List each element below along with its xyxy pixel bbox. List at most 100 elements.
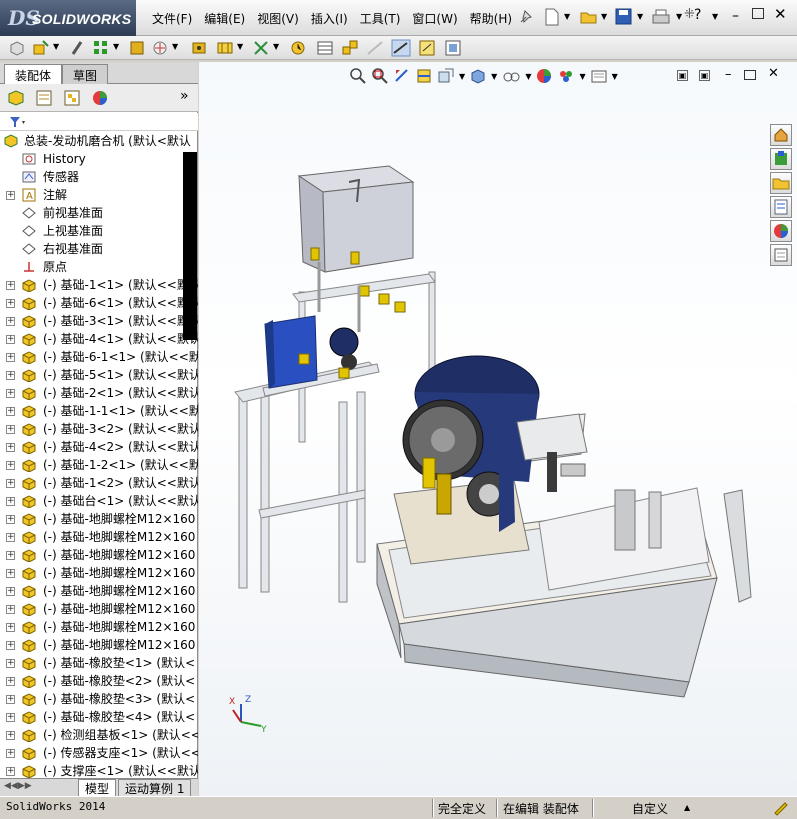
expand-toggle-icon[interactable]: + — [6, 371, 15, 380]
tree-item[interactable]: + (-) 基础台<1> (默认<<默认 — [0, 492, 198, 510]
tree-item[interactable]: + (-) 基础-地脚螺栓M12×160 — [0, 528, 198, 546]
task-pane-home-icon[interactable] — [770, 124, 792, 146]
tree-item[interactable]: + (-) 基础-地脚螺栓M12×160 — [0, 582, 198, 600]
chevron-down-icon[interactable]: ▼ — [676, 12, 682, 21]
expand-toggle-icon[interactable]: + — [6, 713, 15, 722]
expand-toggle-icon[interactable]: + — [6, 695, 15, 704]
expand-toggle-icon[interactable]: + — [6, 281, 15, 290]
clearance-verification-icon[interactable] — [418, 39, 436, 57]
expand-toggle-icon[interactable]: + — [6, 389, 15, 398]
tree-item[interactable]: + (-) 基础-地脚螺栓M12×160 — [0, 546, 198, 564]
interference-detection-icon[interactable] — [391, 39, 411, 57]
expand-toggle-icon[interactable]: + — [6, 587, 15, 596]
tree-scrollbar[interactable] — [183, 152, 197, 340]
tree-item[interactable]: 传感器 — [0, 168, 198, 186]
view-palette-icon[interactable] — [770, 196, 792, 218]
expand-toggle-icon[interactable]: + — [6, 731, 15, 740]
new-document-icon[interactable] — [544, 8, 560, 26]
chevron-down-icon[interactable]: ▼ — [53, 42, 59, 51]
tree-item[interactable]: + (-) 基础-1<1> (默认<<默认 — [0, 276, 198, 294]
expand-toggle-icon[interactable]: + — [6, 425, 15, 434]
tree-item[interactable]: + (-) 基础-2<1> (默认<<默认 — [0, 384, 198, 402]
tab-assembly[interactable]: 装配体 — [4, 64, 63, 84]
chevron-down-icon[interactable]: ▼ — [712, 12, 718, 21]
design-library-icon[interactable] — [770, 148, 792, 170]
status-units[interactable]: 自定义 — [632, 800, 668, 817]
expand-toggle-icon[interactable]: + — [6, 659, 15, 668]
mate-icon[interactable] — [68, 39, 86, 57]
tree-item[interactable]: + (-) 基础-6<1> (默认<<默认 — [0, 294, 198, 312]
linear-pattern-icon[interactable] — [92, 39, 110, 57]
assembly-model-render[interactable]: X Y Z — [199, 62, 797, 796]
tree-item[interactable]: History — [0, 150, 198, 168]
tab-scroll-arrows-icon[interactable]: ◀◀▶▶ — [4, 781, 32, 791]
open-folder-icon[interactable] — [580, 8, 598, 26]
expand-toggle-icon[interactable]: + — [6, 461, 15, 470]
file-explorer-icon[interactable] — [770, 172, 792, 194]
tree-item[interactable]: + (-) 基础-4<2> (默认<<默认 — [0, 438, 198, 456]
property-manager-icon[interactable] — [34, 89, 54, 107]
expand-toggle-icon[interactable]: + — [6, 623, 15, 632]
tree-item[interactable]: + (-) 基础-橡胶垫<1> (默认< — [0, 654, 198, 672]
smart-fasteners-icon[interactable] — [128, 39, 146, 57]
rebuild-status-icon[interactable] — [772, 800, 788, 816]
tree-item[interactable]: + (-) 传感器支座<1> (默认<< — [0, 744, 198, 762]
expand-toggle-icon[interactable]: + — [6, 191, 15, 200]
chevron-down-icon[interactable]: ▼ — [601, 12, 607, 21]
tree-item[interactable]: + (-) 基础-地脚螺栓M12×160 — [0, 600, 198, 618]
tab-sketch[interactable]: 草图 — [62, 64, 109, 84]
minimize-icon[interactable]: – — [732, 8, 739, 24]
expand-toggle-icon[interactable]: + — [6, 407, 15, 416]
chevron-down-icon[interactable]: ▼ — [237, 42, 243, 51]
tree-item[interactable]: + (-) 基础-1<2> (默认<<默认 — [0, 474, 198, 492]
expand-toggle-icon[interactable]: + — [6, 605, 15, 614]
expand-toggle-icon[interactable]: + — [6, 515, 15, 524]
tree-item[interactable]: 前视基准面 — [0, 204, 198, 222]
tree-item[interactable]: + (-) 检测组基板<1> (默认<< — [0, 726, 198, 744]
expand-toggle-icon[interactable]: + — [6, 299, 15, 308]
tree-item[interactable]: + (-) 基础-地脚螺栓M12×160 — [0, 636, 198, 654]
tree-item[interactable]: + (-) 基础-橡胶垫<2> (默认< — [0, 672, 198, 690]
expand-toggle-icon[interactable]: + — [6, 443, 15, 452]
tree-item[interactable]: + (-) 基础-1-2<1> (默认<<默 — [0, 456, 198, 474]
explode-line-sketch-icon[interactable] — [366, 39, 384, 57]
new-motion-study-icon[interactable] — [289, 39, 307, 57]
exploded-view-icon[interactable] — [341, 39, 359, 57]
expand-toggle-icon[interactable]: + — [6, 317, 15, 326]
tree-item[interactable]: + (-) 基础-6-1<1> (默认<<默 — [0, 348, 198, 366]
show-hidden-components-icon[interactable] — [190, 39, 208, 57]
custom-properties-icon[interactable] — [770, 244, 792, 266]
expand-toggle-icon[interactable]: + — [6, 551, 15, 560]
expand-toggle-icon[interactable]: + — [6, 497, 15, 506]
expand-toggle-icon[interactable]: + — [6, 569, 15, 578]
expand-toggle-icon[interactable]: + — [6, 335, 15, 344]
expand-toggle-icon[interactable]: + — [6, 677, 15, 686]
expand-toggle-icon[interactable]: + — [6, 641, 15, 650]
tree-item[interactable]: + (-) 基础-4<1> (默认<<默认 — [0, 330, 198, 348]
chevron-down-icon[interactable]: ▼ — [637, 12, 643, 21]
units-menu-arrow-icon[interactable]: ▲ — [684, 803, 690, 812]
bill-of-materials-icon[interactable] — [316, 39, 334, 57]
expand-toggle-icon[interactable]: + — [6, 479, 15, 488]
tree-item[interactable]: + (-) 基础-地脚螺栓M12×160 — [0, 564, 198, 582]
menu-insert[interactable]: 插入(I) — [305, 10, 354, 27]
display-manager-icon[interactable] — [90, 89, 110, 107]
solidworks-logo[interactable]: DS SOLIDWORKS — [0, 0, 136, 36]
print-icon[interactable] — [651, 8, 671, 26]
new-part-icon[interactable] — [8, 39, 26, 57]
close-icon[interactable]: ✕ — [774, 5, 787, 23]
configuration-manager-icon[interactable] — [62, 89, 82, 107]
pin-icon[interactable] — [517, 8, 535, 26]
restore-icon[interactable] — [752, 8, 764, 19]
expand-toggle-icon[interactable]: + — [6, 533, 15, 542]
expand-toggle-icon[interactable]: + — [6, 767, 15, 776]
move-component-icon[interactable] — [151, 39, 169, 57]
tree-item[interactable]: 原点 — [0, 258, 198, 276]
tree-item[interactable]: + (-) 基础-橡胶垫<4> (默认< — [0, 708, 198, 726]
tree-item[interactable]: + (-) 基础-5<1> (默认<<默认 — [0, 366, 198, 384]
assembly-features-icon[interactable] — [216, 39, 234, 57]
tree-item[interactable]: + (-) 基础-3<1> (默认<<默认 — [0, 312, 198, 330]
menu-help[interactable]: 帮助(H) — [464, 10, 518, 27]
tree-item[interactable]: + (-) 支撑座<1> (默认<<默认 — [0, 762, 198, 778]
help-icon[interactable]: ? — [694, 7, 701, 23]
